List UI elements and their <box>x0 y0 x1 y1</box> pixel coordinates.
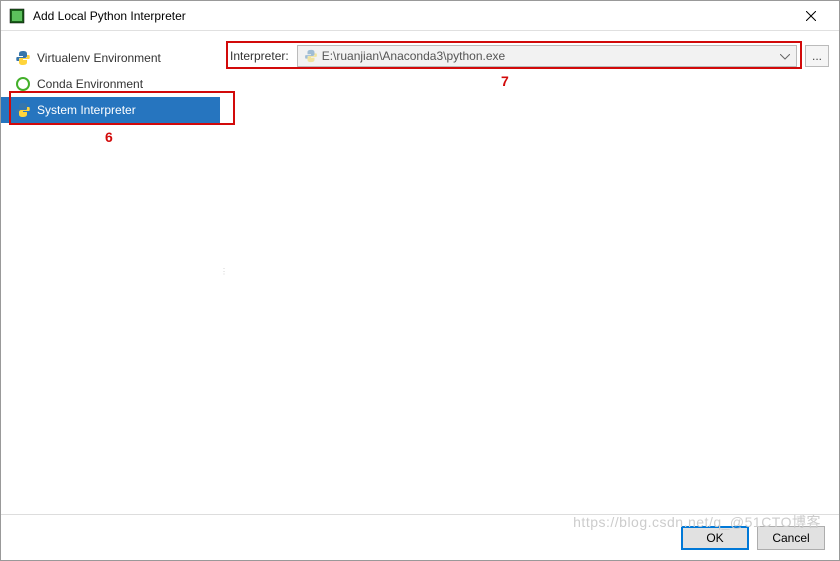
interpreter-label: Interpreter: <box>230 49 289 63</box>
interpreter-row: Interpreter: E:\ruanjian\Anaconda3\pytho… <box>230 45 829 67</box>
close-button[interactable] <box>791 2 831 30</box>
cancel-button[interactable]: Cancel <box>757 526 825 550</box>
sidebar-item-system-interpreter[interactable]: System Interpreter <box>1 97 220 123</box>
window-title: Add Local Python Interpreter <box>33 9 791 23</box>
sidebar-item-label: System Interpreter <box>37 103 136 117</box>
sidebar-item-label: Virtualenv Environment <box>37 51 161 65</box>
close-icon <box>806 11 816 21</box>
sidebar-item-conda[interactable]: Conda Environment <box>1 71 220 97</box>
conda-icon <box>15 76 31 92</box>
chevron-down-icon <box>780 49 790 63</box>
titlebar: Add Local Python Interpreter <box>1 1 839 31</box>
footer: OK Cancel <box>1 514 839 560</box>
python-icon <box>15 102 31 118</box>
ellipsis-icon: ... <box>812 49 822 63</box>
ok-button[interactable]: OK <box>681 526 749 550</box>
browse-button[interactable]: ... <box>805 45 829 67</box>
sidebar-item-virtualenv[interactable]: Virtualenv Environment <box>1 45 220 71</box>
main-area: Virtualenv Environment Conda Environment… <box>1 31 839 514</box>
interpreter-select[interactable]: E:\ruanjian\Anaconda3\python.exe <box>297 45 797 67</box>
python-icon <box>15 50 31 66</box>
app-icon <box>9 8 25 24</box>
python-file-icon <box>304 49 318 63</box>
sidebar: Virtualenv Environment Conda Environment… <box>1 31 220 514</box>
cancel-button-label: Cancel <box>772 531 809 545</box>
sidebar-item-label: Conda Environment <box>37 77 143 91</box>
ok-button-label: OK <box>706 531 723 545</box>
interpreter-path-text: E:\ruanjian\Anaconda3\python.exe <box>322 49 780 63</box>
content-pane: Interpreter: E:\ruanjian\Anaconda3\pytho… <box>220 31 839 514</box>
